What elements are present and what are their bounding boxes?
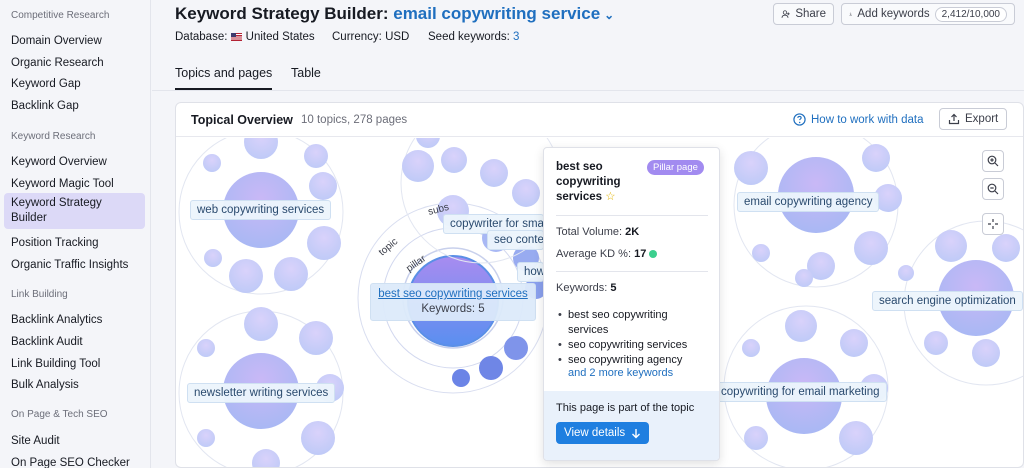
- database-value: United States: [245, 31, 315, 43]
- fit-view-button[interactable]: [982, 213, 1004, 235]
- us-flag-icon: [230, 33, 242, 41]
- total-volume-row: Total Volume: 2K: [556, 226, 639, 238]
- tooltip-keyword: best seo copywriting services ☆: [556, 160, 648, 205]
- arrow-down-icon: [632, 428, 641, 438]
- help-circle-icon: [793, 113, 806, 126]
- page-title: Keyword Strategy Builder: email copywrit…: [175, 4, 614, 24]
- keyword-count-badge: 2,412/10,000: [934, 6, 1007, 22]
- sidebar-item-keyword-gap[interactable]: Keyword Gap: [4, 74, 145, 95]
- card-header: Topical Overview 10 topics, 278 pages Ho…: [176, 103, 1023, 137]
- add-keywords-label[interactable]: Add keywords: [857, 8, 929, 20]
- how-to-work-link[interactable]: How to work with data: [793, 113, 924, 126]
- database-label: Database:: [175, 31, 228, 43]
- focused-cluster-keywords: Keywords: 5: [421, 303, 485, 315]
- add-keywords-button[interactable]: Add keywords 2,412/10,000: [841, 3, 1015, 25]
- view-details-label[interactable]: View details: [564, 427, 625, 439]
- total-volume-label: Total Volume:: [556, 226, 623, 238]
- focused-cluster-label[interactable]: best seo copywriting services Keywords: …: [370, 283, 536, 321]
- main-area: Keyword Strategy Builder: email copywrit…: [152, 0, 1024, 468]
- star-icon[interactable]: ☆: [605, 191, 615, 203]
- list-item: seo copywriting services: [556, 338, 711, 353]
- seed-label: Seed keywords:: [428, 31, 510, 43]
- kd-label: Average KD %:: [556, 248, 632, 260]
- ring-label-topic: topic: [377, 236, 400, 258]
- sidebar-item-backlink-analytics[interactable]: Backlink Analytics: [4, 310, 145, 331]
- sidebar-section-title: On Page & Tech SEO: [11, 409, 108, 420]
- keywords-row: Keywords: 5: [556, 282, 617, 294]
- seed-keywords-info: Seed keywords: 3: [428, 31, 519, 43]
- cluster-label-email-marketing[interactable]: copywriting for email marketing: [714, 382, 887, 402]
- download-icon: [849, 12, 852, 16]
- chevron-down-icon[interactable]: ⌄: [604, 8, 614, 22]
- sidebar-item-keyword-magic-tool[interactable]: Keyword Magic Tool: [4, 174, 145, 195]
- sidebar-item-on-page-seo-checker[interactable]: On Page SEO Checker: [4, 453, 145, 468]
- sidebar-item-link-building-tool[interactable]: Link Building Tool: [4, 354, 145, 375]
- tab-table[interactable]: Table: [291, 66, 321, 88]
- zoom-in-button[interactable]: [982, 150, 1004, 172]
- currency-value: USD: [385, 31, 410, 43]
- kd-value: 17: [634, 248, 647, 260]
- sidebar-item-organic-traffic-insights[interactable]: Organic Traffic Insights: [4, 255, 145, 276]
- keywords-value: 5: [610, 282, 617, 294]
- sidebar-item-site-audit[interactable]: Site Audit: [4, 431, 145, 452]
- pillar-page-badge: Pillar page: [647, 160, 704, 175]
- share-button[interactable]: Share: [773, 3, 834, 25]
- more-keywords-link[interactable]: and 2 more keywords: [568, 367, 673, 379]
- tooltip-footer: This page is part of the topic View deta…: [544, 391, 719, 460]
- focused-cluster-link[interactable]: best seo copywriting services: [377, 287, 529, 302]
- how-to-work-label[interactable]: How to work with data: [811, 114, 924, 126]
- currency-label: Currency:: [332, 31, 382, 43]
- sidebar-item-position-tracking[interactable]: Position Tracking: [4, 233, 145, 254]
- database-info: Database: United States: [175, 31, 315, 43]
- tab-topics-and-pages[interactable]: Topics and pages: [175, 66, 273, 90]
- page-tooltip: best seo copywriting services ☆ Pillar p…: [543, 147, 720, 461]
- list-item: seo copywriting agency: [556, 353, 711, 368]
- keyword-list: best seo copywriting services seo copywr…: [556, 308, 711, 368]
- sidebar-item-domain-overview[interactable]: Domain Overview: [4, 31, 145, 52]
- zoom-out-button[interactable]: [982, 178, 1004, 200]
- tooltip-footer-text: This page is part of the topic: [556, 402, 695, 414]
- project-selector[interactable]: email copywriting service ⌄: [393, 4, 614, 23]
- fit-view-icon: [988, 219, 998, 229]
- export-label[interactable]: Export: [965, 113, 998, 125]
- cluster-label-seo-content[interactable]: seo conte: [487, 230, 544, 250]
- cluster-label-web-copywriting[interactable]: web copywriting services: [190, 200, 332, 220]
- export-icon: [948, 113, 960, 125]
- sidebar: Competitive Research Domain Overview Org…: [0, 0, 151, 468]
- page-title-prefix: Keyword Strategy Builder:: [175, 4, 389, 23]
- cluster-label-newsletter[interactable]: newsletter writing services: [187, 383, 336, 403]
- export-button[interactable]: Export: [939, 108, 1008, 130]
- keywords-label: Keywords:: [556, 282, 608, 294]
- cluster-label-search-engine[interactable]: search engine optimization: [872, 291, 1023, 311]
- kd-status-dot: [649, 250, 658, 258]
- zoom-in-icon: [987, 155, 999, 167]
- total-volume-value: 2K: [625, 226, 640, 238]
- sidebar-section-title: Link Building: [11, 289, 68, 300]
- zoom-out-icon: [987, 183, 999, 195]
- tooltip-divider: [556, 215, 708, 216]
- sidebar-section-title: Keyword Research: [11, 131, 96, 142]
- sidebar-item-organic-research[interactable]: Organic Research: [4, 53, 145, 74]
- list-item: best seo copywriting services: [556, 308, 711, 338]
- project-name[interactable]: email copywriting service: [393, 4, 600, 23]
- sidebar-section-title: Competitive Research: [11, 10, 110, 21]
- share-label[interactable]: Share: [795, 8, 826, 20]
- sidebar-item-keyword-overview[interactable]: Keyword Overview: [4, 152, 145, 173]
- sidebar-item-bulk-analysis[interactable]: Bulk Analysis: [4, 375, 145, 396]
- currency-info: Currency: USD: [332, 31, 409, 43]
- sidebar-item-backlink-audit[interactable]: Backlink Audit: [4, 332, 145, 353]
- seed-keywords-link[interactable]: 3: [513, 31, 519, 43]
- user-share-icon: [781, 9, 790, 18]
- tabs-divider: [152, 90, 1024, 91]
- tooltip-divider: [556, 271, 708, 272]
- topic-cluster-email-copywriting-agency[interactable]: [733, 138, 902, 288]
- card-title: Topical Overview: [191, 113, 293, 127]
- card-subtitle: 10 topics, 278 pages: [301, 114, 408, 126]
- cluster-label-how[interactable]: how: [517, 262, 544, 282]
- sidebar-item-keyword-strategy-builder[interactable]: Keyword Strategy Builder: [4, 193, 145, 229]
- sidebar-item-backlink-gap[interactable]: Backlink Gap: [4, 96, 145, 117]
- cluster-label-email-agency[interactable]: email copywriting agency: [737, 192, 880, 212]
- kd-row: Average KD %: 17: [556, 248, 658, 260]
- view-details-button[interactable]: View details: [556, 422, 650, 444]
